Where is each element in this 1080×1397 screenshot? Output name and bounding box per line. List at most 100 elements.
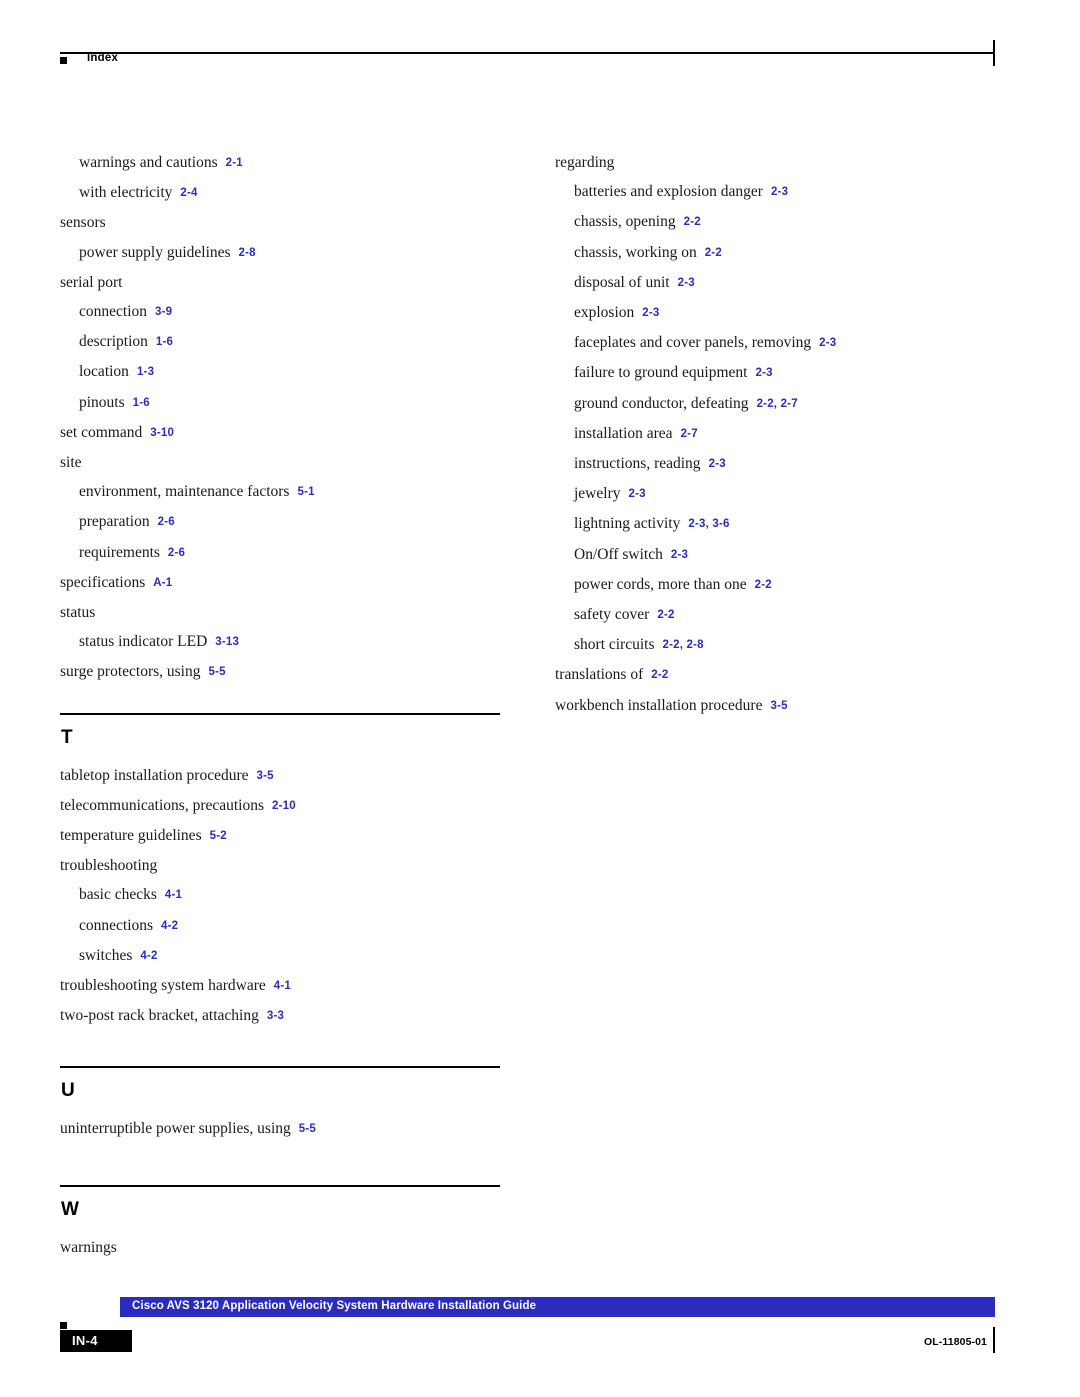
index-entry-label: telecommunications, precautions xyxy=(60,796,265,814)
letter-section-rule xyxy=(60,713,500,715)
index-entry-page-ref[interactable]: 1-3 xyxy=(137,366,154,378)
index-entry-page-ref[interactable]: 2-3 xyxy=(755,367,772,379)
index-entry-page-ref[interactable]: 2-2 xyxy=(651,669,668,681)
index-entry-label: instructions, reading xyxy=(574,455,701,473)
index-entry-page-ref[interactable]: 2-2 xyxy=(755,579,772,591)
index-entry-page-ref[interactable]: 5-5 xyxy=(299,1123,316,1135)
index-entry-label: connection xyxy=(79,303,148,321)
index-entry: chassis, opening 2-2 xyxy=(555,207,995,237)
index-entry-page-ref[interactable]: 2-3 xyxy=(678,277,695,289)
header-bullet-square-icon xyxy=(60,57,67,64)
index-entry: basic checks 4-1 xyxy=(60,880,500,910)
index-entry-page-ref[interactable]: 2-3 xyxy=(642,307,659,319)
index-entry-page-ref[interactable]: 3-3 xyxy=(267,1010,284,1022)
index-entry-page-ref[interactable]: 5-1 xyxy=(297,486,314,498)
index-entry-page-ref[interactable]: 2-1 xyxy=(226,157,243,169)
index-entry-label: preparation xyxy=(79,513,150,531)
index-entry-label: disposal of unit xyxy=(574,273,670,291)
index-entry-page-ref[interactable]: A-1 xyxy=(153,577,172,589)
index-entry-label: chassis, opening xyxy=(574,213,676,231)
index-entry-page-ref[interactable]: 2-6 xyxy=(168,547,185,559)
letter-section-w: Wwarnings xyxy=(60,1185,500,1262)
index-entry-page-ref[interactable]: 2-7 xyxy=(681,428,698,440)
index-entry-page-ref[interactable]: 2-6 xyxy=(158,516,175,528)
index-entry: installation area 2-7 xyxy=(555,419,995,449)
index-entry-label: pinouts xyxy=(79,393,125,411)
index-entry: environment, maintenance factors 5-1 xyxy=(60,477,500,507)
index-entry: troubleshooting system hardware 4-1 xyxy=(60,971,500,1001)
index-entry: safety cover 2-2 xyxy=(555,600,995,630)
index-entry: warnings and cautions 2-1 xyxy=(60,148,500,178)
index-entry-page-ref[interactable]: 2-10 xyxy=(272,800,296,812)
index-entry-page-ref[interactable]: 2-4 xyxy=(180,187,197,199)
index-entry-label: jewelry xyxy=(574,485,621,503)
letter-section-u: Uuninterruptible power supplies, using 5-… xyxy=(60,1066,500,1144)
page-header: Index xyxy=(60,40,995,68)
index-entry: translations of 2-2 xyxy=(555,660,995,690)
index-entry-page-ref[interactable]: 3-13 xyxy=(215,636,239,648)
index-entry-label: power cords, more than one xyxy=(574,575,747,593)
index-entry-page-ref[interactable]: 2-2 xyxy=(705,247,722,259)
index-entry-page-ref[interactable]: 2-2, 2-8 xyxy=(663,639,704,651)
index-entry-page-ref[interactable]: 2-3 xyxy=(771,186,788,198)
index-entry-label: batteries and explosion danger xyxy=(574,183,763,201)
index-entry: tabletop installation procedure 3-5 xyxy=(60,761,500,791)
index-entry-page-ref[interactable]: 4-1 xyxy=(165,889,182,901)
index-entry-page-ref[interactable]: 4-2 xyxy=(140,950,157,962)
index-column-right: regarding batteries and explosion danger 2… xyxy=(555,148,995,721)
index-entry-page-ref[interactable]: 3-10 xyxy=(150,427,174,439)
index-entry-page-ref[interactable]: 4-1 xyxy=(274,980,291,992)
index-entry-label: switches xyxy=(79,946,133,964)
index-entry-label: On/Off switch xyxy=(574,545,663,563)
letter-section-entries: tabletop installation procedure 3-5 teleco… xyxy=(60,761,500,1032)
index-entry: uninterruptible power supplies, using 5-5 xyxy=(60,1114,500,1144)
index-entry: site xyxy=(60,448,500,477)
index-entry-label: installation area xyxy=(574,424,673,442)
index-entry-label: tabletop installation procedure xyxy=(60,766,249,784)
index-entry-label: ground conductor, defeating xyxy=(574,394,749,412)
index-entry-label: status indicator LED xyxy=(79,633,208,651)
index-entry-page-ref[interactable]: 3-9 xyxy=(155,306,172,318)
index-entry-page-ref[interactable]: 1-6 xyxy=(156,336,173,348)
index-entry: workbench installation procedure 3-5 xyxy=(555,691,995,721)
header-rule xyxy=(60,52,995,54)
letter-section-t: Ttabletop installation procedure 3-5 telec… xyxy=(60,713,500,1031)
index-entry-page-ref[interactable]: 2-8 xyxy=(239,247,256,259)
index-entry-label: regarding xyxy=(555,154,615,171)
index-entry: telecommunications, precautions 2-10 xyxy=(60,791,500,821)
index-entry-label: location xyxy=(79,363,129,381)
index-entry-label: short circuits xyxy=(574,636,655,654)
letter-section-heading: W xyxy=(61,1198,79,1220)
index-entry-label: workbench installation procedure xyxy=(555,696,763,714)
index-entry: status indicator LED 3-13 xyxy=(60,627,500,657)
index-entry-page-ref[interactable]: 3-5 xyxy=(770,700,787,712)
index-entry-page-ref[interactable]: 2-2, 2-7 xyxy=(757,398,798,410)
index-entry-page-ref[interactable]: 2-3 xyxy=(628,488,645,500)
index-entry: short circuits 2-2, 2-8 xyxy=(555,630,995,660)
index-entry-page-ref[interactable]: 2-3 xyxy=(671,549,688,561)
header-right-tick xyxy=(993,40,995,66)
index-entry-page-ref[interactable]: 2-2 xyxy=(657,609,674,621)
index-entry: switches 4-2 xyxy=(60,941,500,971)
index-entry-page-ref[interactable]: 2-3 xyxy=(709,458,726,470)
index-entry-label: two-post rack bracket, attaching xyxy=(60,1007,259,1025)
index-entry: description 1-6 xyxy=(60,327,500,357)
index-entry: serial port xyxy=(60,268,500,297)
index-entry-page-ref[interactable]: 5-2 xyxy=(210,830,227,842)
index-entry-page-ref[interactable]: 5-5 xyxy=(208,666,225,678)
index-entry: preparation 2-6 xyxy=(60,507,500,537)
index-entry: set command 3-10 xyxy=(60,418,500,448)
index-entry: lightning activity 2-3, 3-6 xyxy=(555,509,995,539)
index-entry-page-ref[interactable]: 2-3 xyxy=(819,337,836,349)
index-entry-page-ref[interactable]: 1-6 xyxy=(133,397,150,409)
letter-section-rule xyxy=(60,1185,500,1187)
index-entry: ground conductor, defeating 2-2, 2-7 xyxy=(555,389,995,419)
index-entry-page-ref[interactable]: 2-2 xyxy=(684,216,701,228)
index-entry-label: warnings xyxy=(60,1238,117,1256)
index-entry-page-ref[interactable]: 2-3, 3-6 xyxy=(688,518,729,530)
index-entry-page-ref[interactable]: 4-2 xyxy=(161,920,178,932)
index-entry-label: failure to ground equipment xyxy=(574,364,748,382)
page-footer: Cisco AVS 3120 Application Velocity Syst… xyxy=(60,1297,995,1367)
index-entry-label: specifications xyxy=(60,573,146,591)
index-entry-page-ref[interactable]: 3-5 xyxy=(257,770,274,782)
